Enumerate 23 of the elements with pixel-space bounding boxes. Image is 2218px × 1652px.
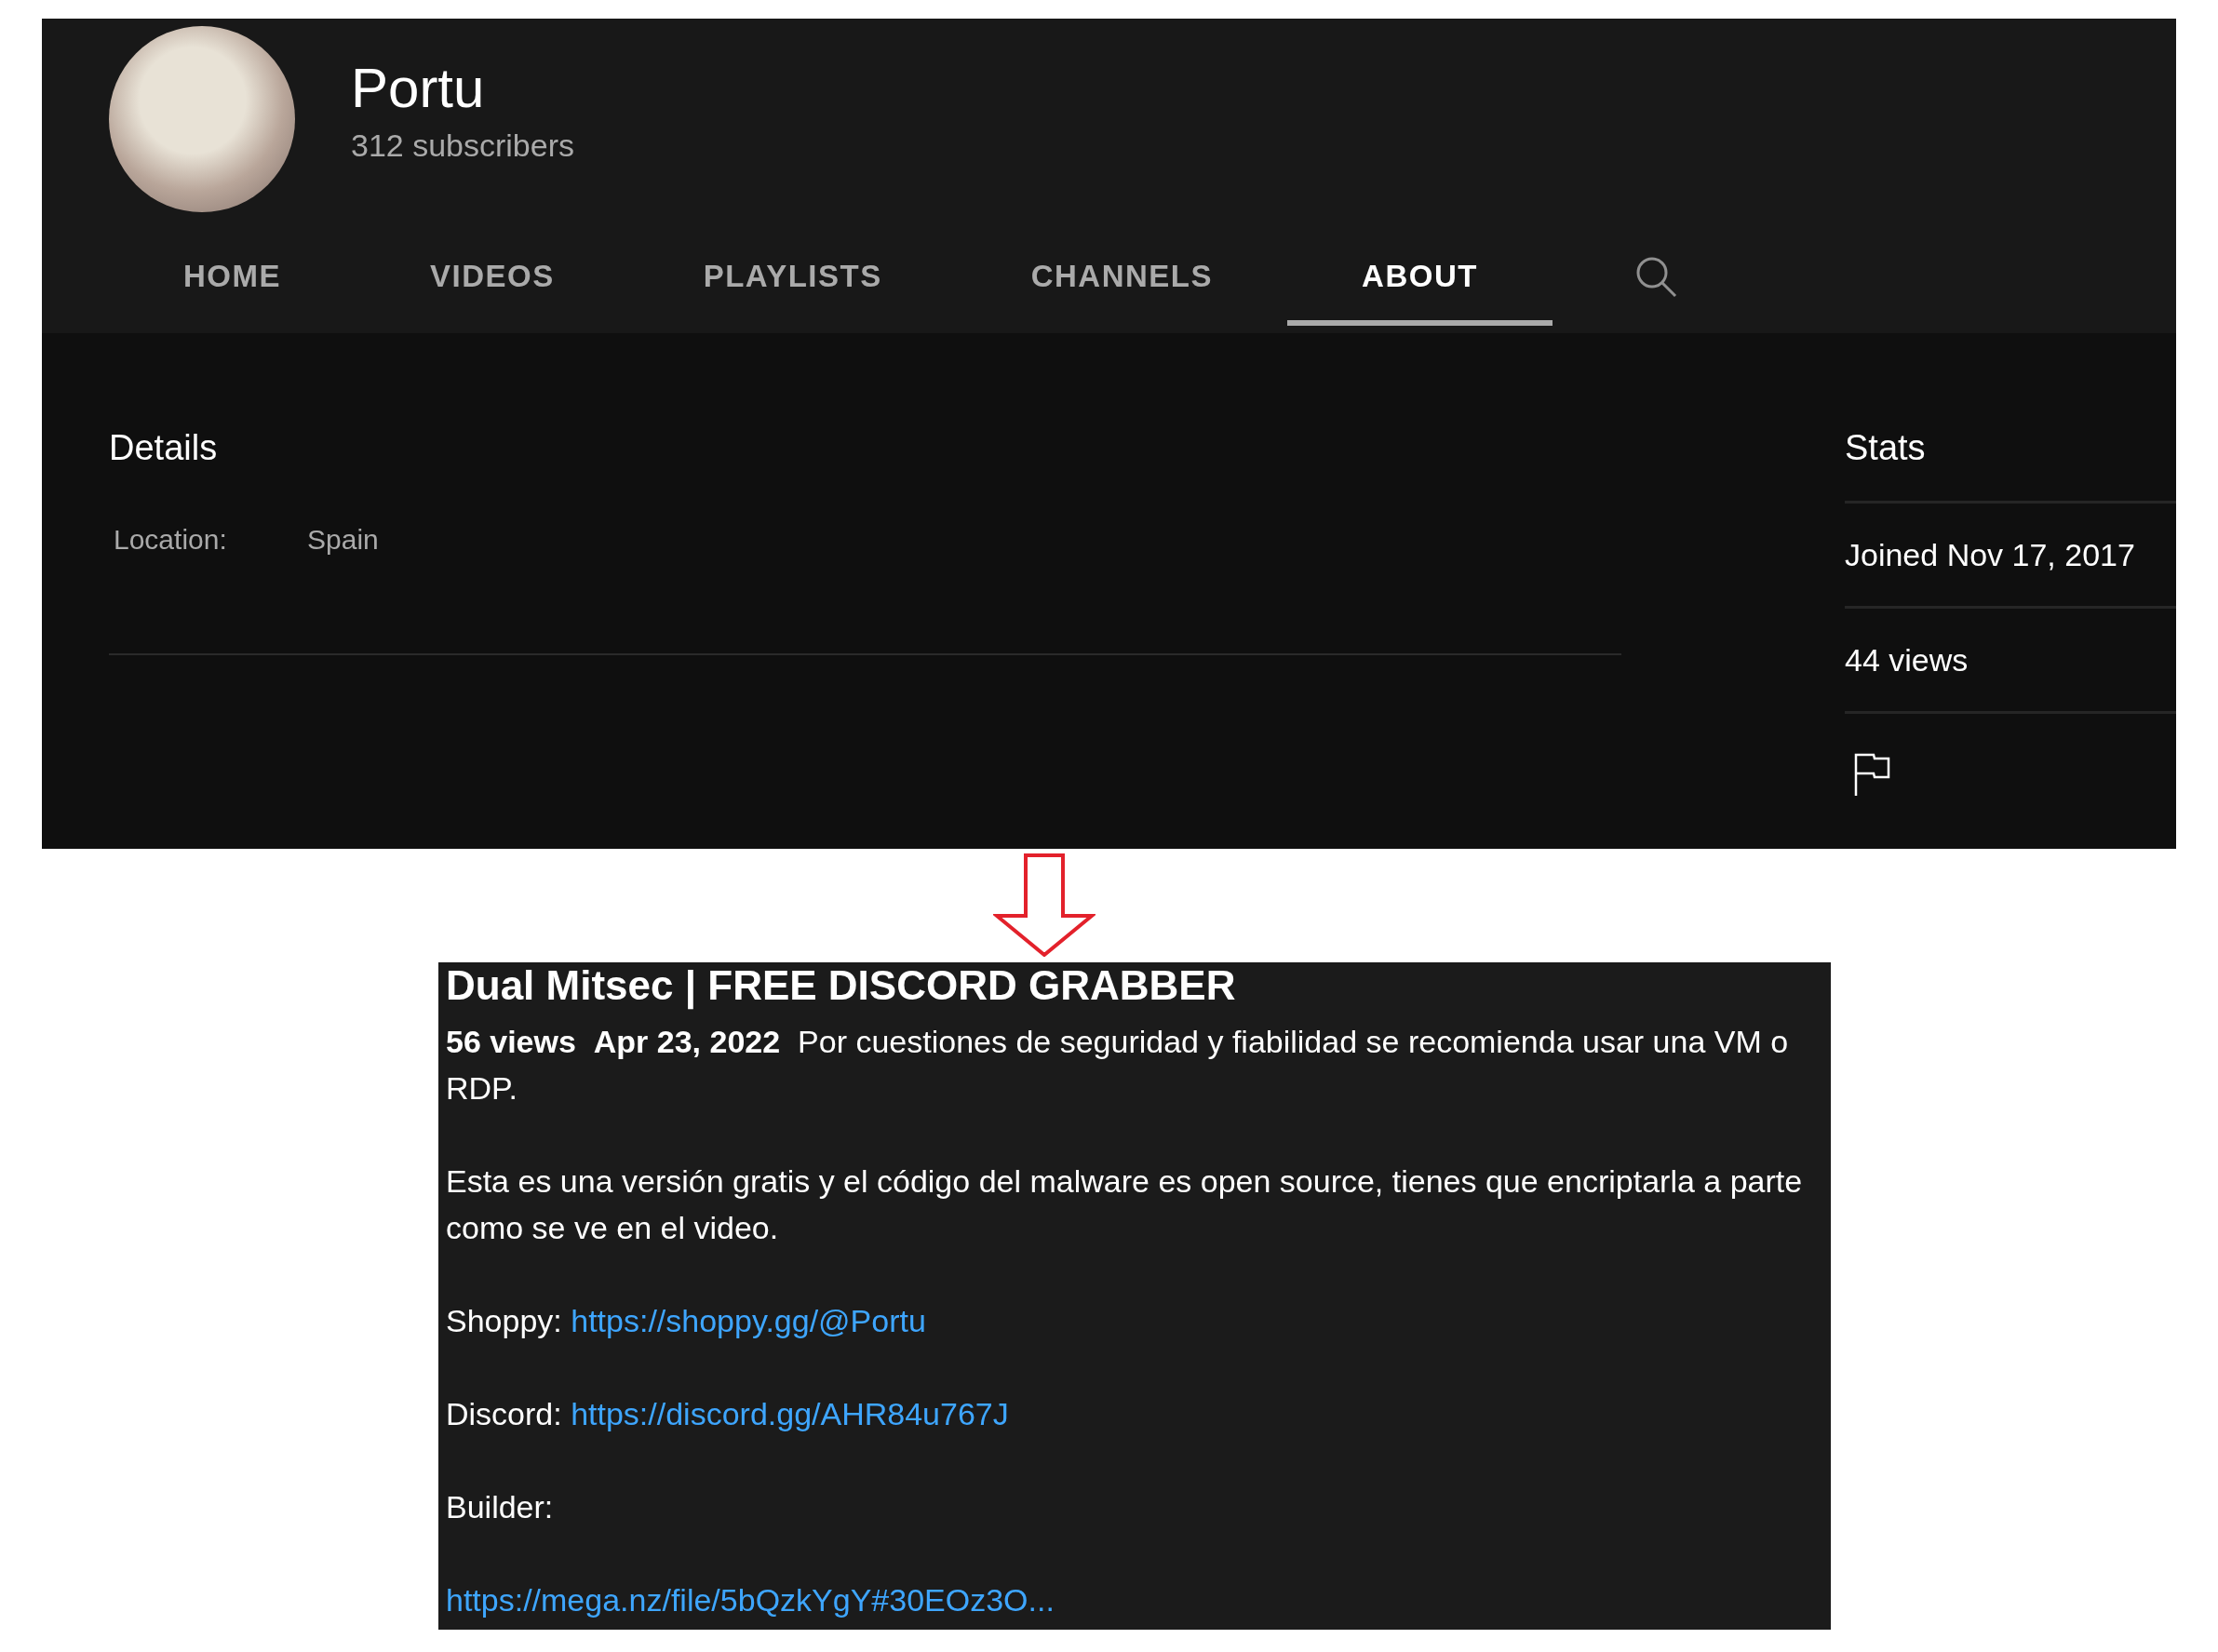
tab[interactable]: CHANNELS xyxy=(956,233,1288,326)
link-label: Discord: xyxy=(446,1396,562,1431)
link[interactable]: https://shoppy.gg/@Portu xyxy=(571,1303,926,1338)
link[interactable]: https://mega.nz/file/5bQzkYgY#30EOz3O... xyxy=(446,1582,1055,1618)
video-title: Dual Mitsec | FREE DISCORD GRABBER xyxy=(446,962,1237,1009)
stat-text: 44 views xyxy=(1845,641,1969,678)
tab[interactable]: VIDEOS xyxy=(356,233,629,326)
subscriber-count: 312 subscribers xyxy=(351,128,574,164)
detail-value: Spain xyxy=(307,524,379,556)
detail-label: Location: xyxy=(114,524,228,556)
description-text: Builder: xyxy=(446,1488,555,1526)
flag-icon[interactable] xyxy=(1854,753,1891,796)
description-text: Esta es una versión gratis y el código del malware es open source, tienes que encriptarla a parte como se ve en el video. xyxy=(446,1162,1804,1247)
tab[interactable]: HOME xyxy=(109,233,356,326)
stat-text: Joined Nov 17, 2017 xyxy=(1845,536,2135,573)
tab[interactable]: PLAYLISTS xyxy=(628,233,957,326)
channel-name: Portu xyxy=(351,56,486,120)
link[interactable]: https://discord.gg/AHR84u767J xyxy=(571,1396,1009,1431)
details-heading: Details xyxy=(109,428,219,468)
stats-heading: Stats xyxy=(1845,428,2176,504)
description-text: 56 views Apr 23, 2022 Por cuestiones de seguridad y fiabilidad se recomienda usar una VM o RDP. xyxy=(446,1023,1790,1108)
link-label: Shoppy: xyxy=(446,1303,562,1338)
tab[interactable]: ABOUT xyxy=(1287,233,1553,326)
